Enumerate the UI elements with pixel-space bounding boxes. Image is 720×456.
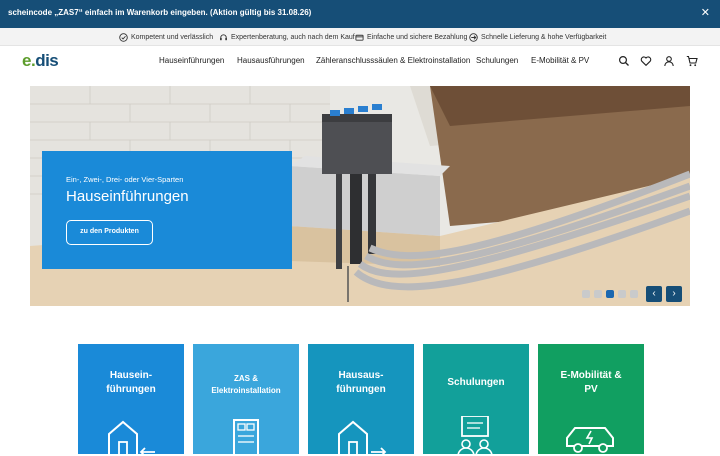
meter-cabinet-icon	[233, 419, 259, 456]
usp-label: Expertenberatung, auch nach dem Kauf	[231, 34, 355, 41]
house-exit-icon	[338, 420, 387, 456]
usp-label: Kompetent und verlässlich	[131, 34, 214, 41]
credit-card-icon	[355, 34, 364, 41]
hero-subtitle: Ein-, Zwei-, Drei- oder Vier-Sparten	[66, 175, 184, 184]
site-header: e.dis Hauseinführungen Hausausführungen …	[0, 46, 720, 78]
category-tile-zas[interactable]: ZAS & Elektroinstallation	[193, 344, 299, 456]
slider-prev-button[interactable]: ‹	[646, 286, 662, 302]
nav-item-e-mobilitaet[interactable]: E-Mobilität & PV	[531, 56, 589, 65]
slider-dots	[582, 290, 638, 298]
checkmark-circle-icon	[119, 33, 128, 42]
hero-card: Ein-, Zwei-, Drei- oder Vier-Sparten Hau…	[42, 151, 292, 269]
tile-label: Elektroinstallation	[211, 386, 281, 395]
slider-next-button[interactable]: ›	[666, 286, 682, 302]
nav-item-hauseinfuehrungen[interactable]: Hauseinführungen	[159, 56, 224, 65]
usp-item: Kompetent und verlässlich	[119, 33, 213, 42]
house-entry-icon	[108, 420, 155, 456]
slider-dot-2[interactable]	[594, 290, 602, 298]
tile-label: E-Mobilität &	[560, 370, 622, 381]
tile-label: Schulungen	[447, 377, 505, 388]
nav-item-schulungen[interactable]: Schulungen	[476, 56, 518, 65]
slider-dot-1[interactable]	[582, 290, 590, 298]
close-icon[interactable]: ✕	[701, 6, 710, 19]
tile-label: führungen	[336, 384, 386, 395]
slider-dot-5[interactable]	[630, 290, 638, 298]
tile-label: führungen	[106, 384, 156, 395]
usp-label: Einfache und sichere Bezahlung	[367, 34, 468, 41]
heart-icon[interactable]	[640, 55, 652, 67]
category-tile-schulungen[interactable]: Schulungen	[423, 344, 529, 456]
search-icon[interactable]	[618, 55, 630, 67]
logo[interactable]: e.dis	[22, 51, 59, 71]
hero-slider: Ein-, Zwei-, Drei- oder Vier-Sparten Hau…	[30, 86, 690, 306]
slider-dot-4[interactable]	[618, 290, 626, 298]
electric-car-icon	[566, 427, 614, 453]
category-tile-e-mobilitaet[interactable]: E-Mobilität & PV	[538, 344, 644, 454]
to-products-button[interactable]: zu den Produkten	[66, 220, 153, 245]
hero-title: Hauseinführungen	[66, 188, 189, 205]
usp-bar: Kompetent und verlässlich Expertenberatu…	[0, 28, 720, 46]
tile-label: PV	[584, 384, 598, 395]
delivery-icon	[469, 33, 478, 42]
nav-item-zaehleranschlusssaeulen[interactable]: Zähleranschlusssäulen & Elektroinstallat…	[316, 56, 470, 65]
tile-label: ZAS &	[234, 374, 258, 383]
cart-icon[interactable]	[686, 55, 698, 67]
user-icon[interactable]	[663, 55, 675, 67]
category-tile-hauseinfuehrungen[interactable]: Hausein- führungen	[78, 344, 184, 456]
usp-item: Schnelle Lieferung & hohe Verfügbarkeit	[469, 33, 606, 42]
usp-label: Schnelle Lieferung & hohe Verfügbarkeit	[481, 34, 607, 41]
training-icon	[457, 416, 493, 456]
promo-text: scheincode „ZAS7“ einfach im Warenkorb e…	[8, 8, 312, 17]
nav-item-hausausfuehrungen[interactable]: Hausausführungen	[237, 56, 305, 65]
category-tile-hausausfuehrungen[interactable]: Hausaus- führungen	[308, 344, 414, 456]
promo-bar: scheincode „ZAS7“ einfach im Warenkorb e…	[0, 0, 720, 28]
tile-label: Hausaus-	[338, 370, 384, 381]
tile-label: Hausein-	[109, 370, 153, 381]
headset-icon	[220, 34, 227, 41]
slider-dot-3[interactable]	[606, 290, 614, 298]
usp-item: Expertenberatung, auch nach dem Kauf	[219, 33, 355, 42]
usp-item: Einfache und sichere Bezahlung	[355, 33, 467, 42]
